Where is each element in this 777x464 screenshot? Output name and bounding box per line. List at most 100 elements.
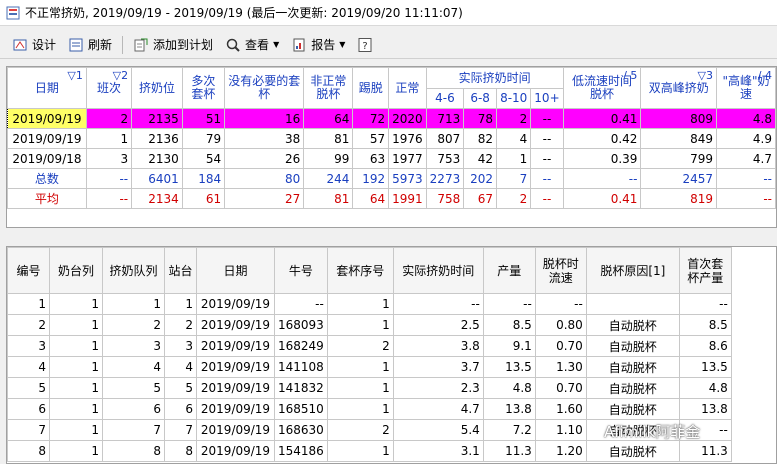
detail-cell: 1 <box>49 293 103 315</box>
col-time-10-plus[interactable]: 10+ <box>530 88 564 109</box>
col-time-4-6[interactable]: 4-6 <box>425 88 465 109</box>
summary-cell: -- <box>85 168 133 189</box>
summary-row[interactable]: 2019/09/18 3 2130 54 26 99 63 1977 753 42 1 -- 0.39 7… <box>7 148 776 169</box>
detail-header-row: 编号 奶台列 挤奶队列 站台 日期 牛号 套杯序号 实际挤奶时间 产量 脱杯时流速 脱杯原因[1] 首… <box>7 247 732 294</box>
detail-cell: 1 <box>164 293 197 315</box>
col-low-flow[interactable]: / 5 低流速时间脱杯 <box>562 67 642 109</box>
detail-col-header[interactable]: 脱杯原因[1] <box>585 247 680 294</box>
report-label: 报告 <box>311 38 336 52</box>
detail-row[interactable]: 3 1 3 3 2019/09/19 168249 2 3.8 9.1 0.70 自动脱杯 8.6 <box>7 335 732 357</box>
detail-col-header[interactable]: 日期 <box>196 247 275 294</box>
summary-table: ▽1 日期 ▽2 班次 挤奶位 多次套杯 没有必要的套杯 非正常脱杯 踢脱 正常… <box>7 67 776 209</box>
summary-total-row[interactable]: 总数 -- 6401 184 80 244 192 5973 2273 202 7 -- -- 2457-… <box>7 168 776 189</box>
summary-cell: 192 <box>352 168 390 189</box>
summary-cell: 2457 <box>640 168 717 189</box>
summary-cell: 0.41 <box>562 108 642 129</box>
detail-cell: 2 <box>326 335 394 357</box>
col-double-peak[interactable]: ▽3 双高峰挤奶 <box>640 67 717 109</box>
summary-cell: 2019/09/19 <box>7 128 87 149</box>
view-button[interactable]: 查看 ▼ <box>219 34 285 56</box>
summary-cell: 64 <box>352 188 390 209</box>
report-button[interactable]: 报告 ▼ <box>285 34 351 56</box>
detail-col-header[interactable]: 脱杯时流速 <box>534 247 587 294</box>
detail-col-header[interactable]: 站台 <box>164 247 197 294</box>
col-unneeded-cups[interactable]: 没有必要的套杯 <box>224 67 305 109</box>
summary-cell: -- <box>562 168 642 189</box>
detail-cell: 1 <box>49 314 103 336</box>
detail-col-header[interactable]: 牛号 <box>274 247 328 294</box>
detail-col-header[interactable]: 产量 <box>482 247 536 294</box>
detail-col-header[interactable]: 首次套杯产量 <box>678 247 732 294</box>
detail-row[interactable]: 8 1 8 8 2019/09/19 154186 1 3.1 11.3 1.20 自动脱杯 11.3 <box>7 440 732 462</box>
detail-cell: 141832 <box>274 377 328 399</box>
detail-cell: 1 <box>49 377 103 399</box>
detail-cell: -- <box>534 293 587 315</box>
summary-cell: 0.42 <box>562 128 642 149</box>
detail-cell: 2019/09/19 <box>196 419 275 441</box>
summary-cell: 4.7 <box>716 148 776 169</box>
detail-row[interactable]: 6 1 6 6 2019/09/19 168510 1 4.7 13.8 1.60 自动脱杯 13.8 <box>7 398 732 420</box>
col-milk-position[interactable]: 挤奶位 <box>131 67 183 109</box>
detail-row[interactable]: 5 1 5 5 2019/09/19 141832 1 2.3 4.8 0.70 自动脱杯 4.8 <box>7 377 732 399</box>
detail-col-header[interactable]: 奶台列 <box>49 247 103 294</box>
summary-cell: -- <box>530 128 564 149</box>
svg-text:?: ? <box>363 41 368 52</box>
detail-cell: 168510 <box>274 398 328 420</box>
detail-cell: 2019/09/19 <box>196 398 275 420</box>
detail-col-header[interactable]: 实际挤奶时间 <box>392 247 484 294</box>
detail-cell: 11.3 <box>482 440 536 462</box>
detail-cell: 1.60 <box>534 398 587 420</box>
detail-cell: 4 <box>102 356 165 378</box>
help-button[interactable]: ? <box>351 34 383 56</box>
detail-cell: 自动脱杯 <box>585 314 680 336</box>
col-high-peak[interactable]: / 4 "高峰"奶速 <box>716 67 776 109</box>
detail-cell <box>585 293 680 315</box>
detail-cell: 8.6 <box>678 335 732 357</box>
summary-cell: 总数 <box>7 168 87 189</box>
summary-cell: 42 <box>463 148 498 169</box>
col-time-6-8[interactable]: 6-8 <box>463 88 498 109</box>
col-shift[interactable]: ▽2 班次 <box>85 67 133 109</box>
detail-row[interactable]: 2 1 2 2 2019/09/19 168093 1 2.5 8.5 0.80 自动脱杯 8.5 <box>7 314 732 336</box>
detail-col-header[interactable]: 编号 <box>7 247 50 294</box>
summary-row[interactable]: 2019/09/19 2 2135 51 16 64 72 2020 713 78 2 -- 0.41 8… <box>7 108 776 129</box>
add-to-plan-button[interactable]: 添加到计划 <box>127 34 219 56</box>
summary-cell: 16 <box>224 108 305 129</box>
design-button[interactable]: 设计 <box>6 34 62 56</box>
detail-cell: 141108 <box>274 356 328 378</box>
detail-row[interactable]: 1 1 1 1 2019/09/19 -- 1 -- -- -- -- <box>7 293 732 315</box>
refresh-button[interactable]: 刷新 <box>62 34 118 56</box>
summary-cell: 82 <box>463 128 498 149</box>
detail-cell: 168093 <box>274 314 328 336</box>
detail-cell: 1.30 <box>534 356 587 378</box>
detail-cell: 5 <box>7 377 50 399</box>
summary-cell: 2134 <box>131 188 183 209</box>
detail-col-header[interactable]: 套杯序号 <box>326 247 394 294</box>
summary-cell: 1991 <box>388 188 427 209</box>
summary-cell: 758 <box>425 188 465 209</box>
detail-cell: 154186 <box>274 440 328 462</box>
detail-row[interactable]: 4 1 4 4 2019/09/19 141108 1 3.7 13.5 1.30 自动脱杯 13.5 <box>7 356 732 378</box>
summary-grid[interactable]: ▽1 日期 ▽2 班次 挤奶位 多次套杯 没有必要的套杯 非正常脱杯 踢脱 正常… <box>6 66 777 228</box>
summary-row[interactable]: 2019/09/19 1 2136 79 38 81 57 1976 807 82 4 -- 0.42 8… <box>7 128 776 149</box>
summary-cell: -- <box>530 168 564 189</box>
summary-cell: 6401 <box>131 168 183 189</box>
detail-cell: 2.5 <box>392 314 484 336</box>
detail-cell: 4 <box>7 356 50 378</box>
summary-cell: 4.8 <box>716 108 776 129</box>
col-normal[interactable]: 正常 <box>388 67 427 109</box>
detail-cell: 6 <box>7 398 50 420</box>
detail-cell: 1 <box>102 293 165 315</box>
detail-cell: 5 <box>164 377 197 399</box>
col-group-actual-time: 实际挤奶时间 <box>425 67 564 89</box>
help-icon: ? <box>358 37 372 52</box>
col-extra-cups[interactable]: 多次套杯 <box>181 67 226 109</box>
col-abnormal-off[interactable]: 非正常脱杯 <box>303 67 354 109</box>
col-date[interactable]: ▽1 日期 <box>7 67 87 109</box>
detail-col-header[interactable]: 挤奶队列 <box>102 247 165 294</box>
col-time-8-10[interactable]: 8-10 <box>496 88 532 109</box>
col-kick-off[interactable]: 踢脱 <box>352 67 390 109</box>
summary-average-row[interactable]: 平均 -- 2134 61 27 81 64 1991 758 67 2 -- 0.41 819 -- <box>7 188 776 209</box>
add-plan-icon <box>134 38 148 51</box>
summary-cell: 79 <box>181 128 226 149</box>
